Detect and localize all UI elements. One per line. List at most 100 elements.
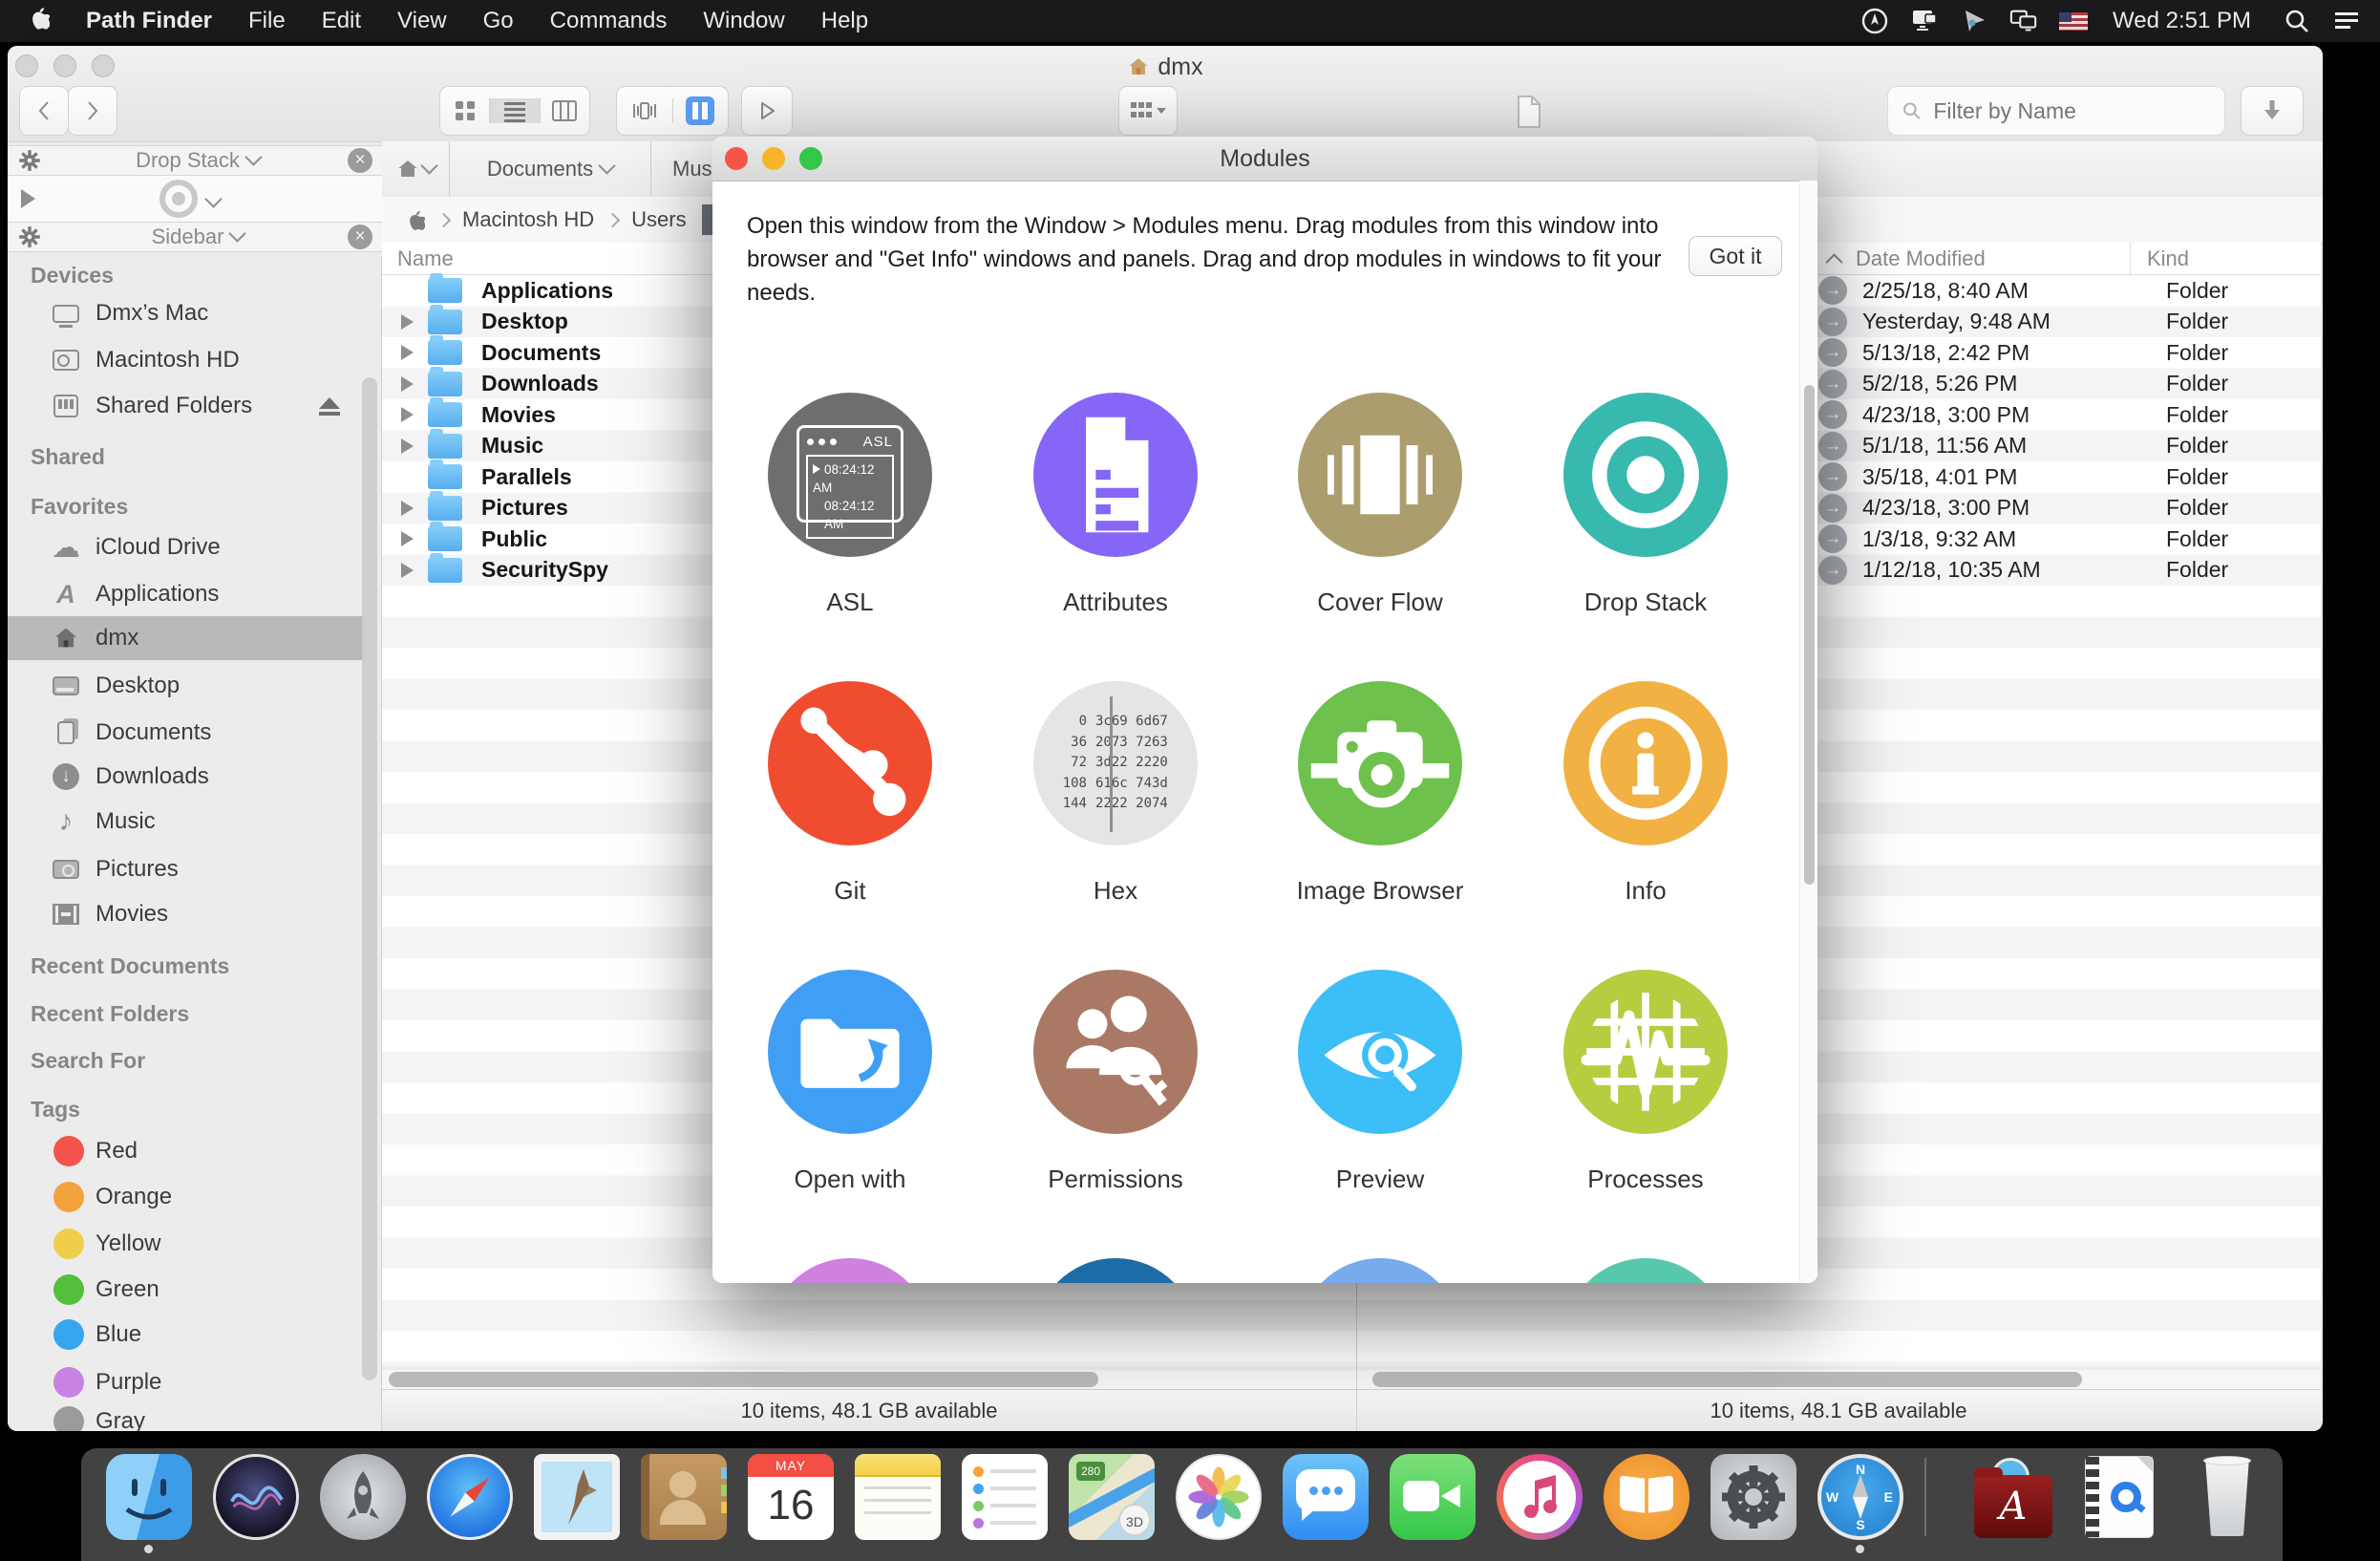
sidebar-tag-orange[interactable]: Orange: [8, 1175, 363, 1219]
menu-clock[interactable]: Wed 2:51 PM: [2088, 8, 2269, 34]
displays-status-icon[interactable]: [2009, 7, 2038, 35]
module-cover-flow[interactable]: [1298, 393, 1462, 557]
tab-documents[interactable]: Documents: [450, 157, 650, 182]
dock-maps[interactable]: 280 3D: [1069, 1454, 1155, 1540]
coverflow-toggle-button[interactable]: [617, 98, 673, 123]
remote-display-status-icon[interactable]: [1910, 7, 1939, 35]
disclosure-triangle-icon[interactable]: [401, 531, 414, 546]
sidebar-item-dmx[interactable]: dmx: [8, 616, 363, 660]
dock-contacts[interactable]: [641, 1454, 727, 1540]
kind-column-header[interactable]: Kind: [2147, 243, 2189, 274]
dock-mail[interactable]: [534, 1454, 620, 1540]
disclosure-triangle-icon[interactable]: [401, 376, 414, 392]
dialog-minimize-button[interactable]: [762, 147, 785, 170]
location-status-icon[interactable]: [1860, 7, 1889, 35]
sidebar-tag-gray[interactable]: Gray: [8, 1400, 363, 1431]
dock-siri[interactable]: [213, 1454, 299, 1540]
dock-quicktime[interactable]: [2077, 1454, 2163, 1540]
dock-launchpad[interactable]: [320, 1454, 406, 1540]
got-it-button[interactable]: Got it: [1689, 236, 1782, 276]
disclosure-triangle-icon[interactable]: [401, 501, 414, 516]
module-partial-4[interactable]: [1563, 1258, 1728, 1283]
right-pane-horizontal-scrollbar[interactable]: [1356, 1370, 2321, 1389]
sidebar-title[interactable]: Sidebar: [48, 225, 348, 249]
sidebar-item-desktop[interactable]: Desktop: [8, 664, 363, 708]
module-open-with[interactable]: [768, 970, 932, 1134]
disclosure-triangle-icon[interactable]: [401, 314, 414, 330]
sidebar-item-pictures[interactable]: Pictures: [8, 847, 363, 891]
dock-acrobat[interactable]: A: [1970, 1454, 2056, 1540]
disclosure-triangle-icon[interactable]: [401, 345, 414, 360]
sidebar-tag-green[interactable]: Green: [8, 1268, 363, 1312]
module-asl[interactable]: ASL 08:24:12 AM 08:24:12 AM: [768, 393, 932, 557]
module-partial-2[interactable]: [1033, 1258, 1198, 1283]
clipboard-tool-icon[interactable]: [1502, 88, 1556, 136]
dock-ibooks[interactable]: [1604, 1454, 1689, 1540]
drop-stack-close-icon[interactable]: ×: [348, 148, 372, 173]
menu-file[interactable]: File: [230, 8, 304, 34]
module-hex[interactable]: 03c69 6d67 362073 7263 723d22 2220 10861…: [1033, 681, 1198, 845]
module-processes[interactable]: [1563, 970, 1728, 1134]
module-partial-1[interactable]: [768, 1258, 932, 1283]
gear-icon[interactable]: [17, 148, 42, 173]
airplay-status-icon[interactable]: [1960, 7, 1988, 35]
date-modified-column-header[interactable]: Date Modified: [1856, 243, 1986, 274]
drop-stack-play-icon[interactable]: [21, 189, 35, 208]
sort-ascending-icon[interactable]: [1825, 253, 1842, 270]
filter-input[interactable]: [1931, 97, 2211, 125]
sidebar-item-macintosh-hd[interactable]: Macintosh HD: [8, 338, 363, 382]
sidebar-tag-red[interactable]: Red: [8, 1129, 363, 1173]
spotlight-search-icon[interactable]: [2283, 7, 2311, 35]
module-attributes[interactable]: [1033, 393, 1198, 557]
sidebar-search-for-header[interactable]: Search For: [31, 1043, 145, 1078]
gear-icon[interactable]: [17, 225, 42, 249]
sidebar-item-icloud-drive[interactable]: ☁ iCloud Drive: [8, 525, 363, 569]
breadcrumb-disk[interactable]: Macintosh HD: [462, 207, 594, 232]
apple-menu[interactable]: [0, 4, 68, 39]
eject-icon[interactable]: [319, 397, 340, 416]
sidebar-item-downloads[interactable]: ↓ Downloads: [8, 755, 363, 799]
drop-stack-title[interactable]: Drop Stack: [48, 148, 348, 173]
disclosure-triangle-icon[interactable]: [401, 438, 414, 454]
menu-go[interactable]: Go: [465, 8, 532, 34]
slideshow-play-button[interactable]: [741, 86, 793, 136]
forward-button[interactable]: [68, 86, 117, 136]
dock-itunes[interactable]: [1497, 1454, 1583, 1540]
sidebar-item-dmxs-mac[interactable]: Dmx’s Mac: [8, 291, 363, 335]
dock-reminders[interactable]: [962, 1454, 1048, 1540]
notification-center-icon[interactable]: [2332, 7, 2361, 35]
tab-home[interactable]: [382, 158, 449, 181]
dialog-zoom-button[interactable]: [799, 147, 822, 170]
dock-photos[interactable]: [1176, 1454, 1262, 1540]
dock-path-finder[interactable]: N E S W: [1817, 1454, 1903, 1540]
view-options-dropdown-button[interactable]: [1118, 86, 1178, 136]
module-permissions[interactable]: [1033, 970, 1198, 1134]
dock-calendar[interactable]: MAY 16: [748, 1454, 834, 1540]
dock-notes[interactable]: [855, 1454, 941, 1540]
module-image-browser[interactable]: [1298, 681, 1462, 845]
menu-app-name[interactable]: Path Finder: [68, 8, 230, 34]
module-git[interactable]: [768, 681, 932, 845]
module-partial-3[interactable]: [1298, 1258, 1462, 1283]
column-view-button[interactable]: [541, 98, 589, 123]
dock-system-preferences[interactable]: [1711, 1454, 1796, 1540]
module-info[interactable]: [1563, 681, 1728, 845]
sidebar-scrollbar[interactable]: [362, 377, 377, 1380]
list-view-button[interactable]: [490, 98, 540, 123]
menu-window[interactable]: Window: [685, 8, 802, 34]
sidebar-item-movies[interactable]: Movies: [8, 892, 363, 936]
sidebar-item-applications[interactable]: A Applications: [8, 572, 363, 616]
module-preview[interactable]: [1298, 970, 1462, 1134]
dialog-scrollbar[interactable]: [1799, 181, 1817, 1283]
sidebar-tag-purple[interactable]: Purple: [8, 1360, 363, 1404]
sidebar-item-music[interactable]: ♪ Music: [8, 800, 363, 844]
menu-edit[interactable]: Edit: [304, 8, 379, 34]
disclosure-triangle-icon[interactable]: [401, 563, 414, 578]
left-pane-horizontal-scrollbar[interactable]: [382, 1370, 1356, 1389]
sidebar-recent-documents-header[interactable]: Recent Documents: [31, 949, 229, 983]
dock-facetime[interactable]: [1390, 1454, 1476, 1540]
sidebar-tag-yellow[interactable]: Yellow: [8, 1222, 363, 1266]
dock-messages[interactable]: [1283, 1454, 1369, 1540]
drop-stack-well[interactable]: [8, 176, 382, 222]
filter-field[interactable]: [1887, 86, 2225, 136]
